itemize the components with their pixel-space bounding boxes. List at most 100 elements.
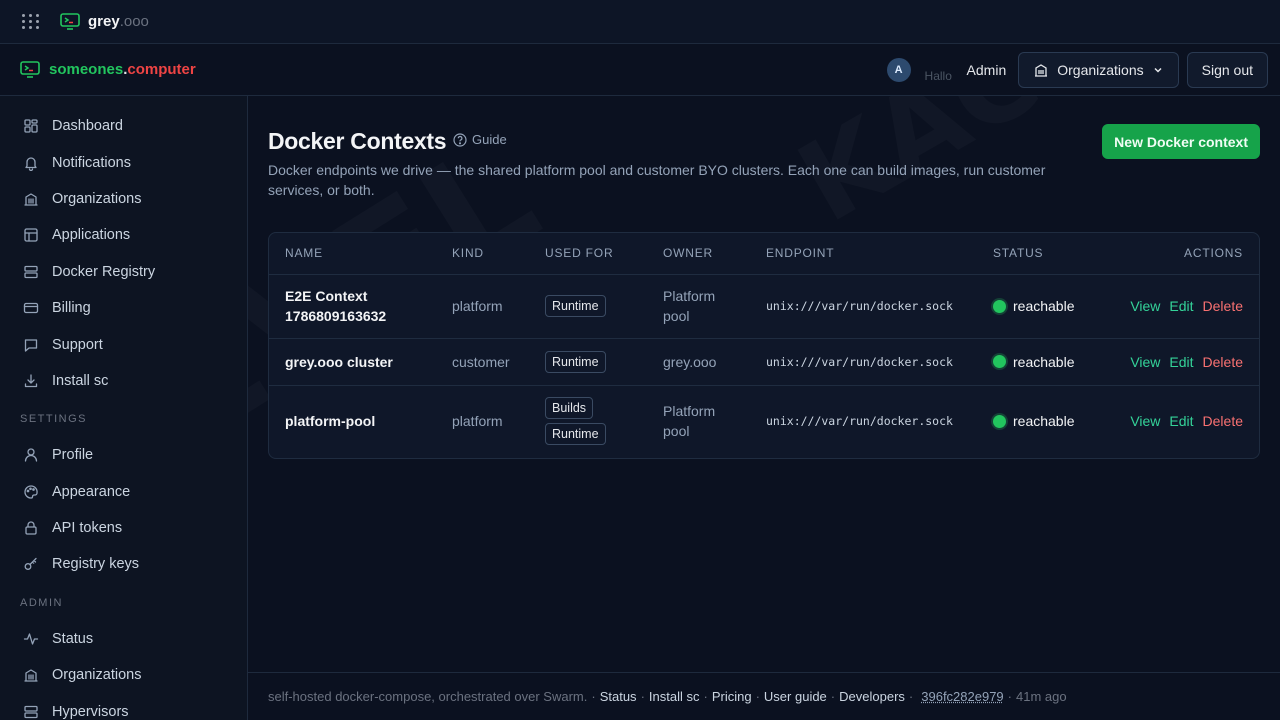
view-link[interactable]: View	[1130, 413, 1160, 429]
sidebar-item-docker-registry[interactable]: Docker Registry	[0, 254, 247, 290]
avatar[interactable]: A	[886, 58, 911, 82]
context-endpoint: unix:///var/run/docker.sock	[766, 274, 993, 339]
commit-hash-link[interactable]: 396fc282e979	[921, 689, 1003, 704]
footer-link-install[interactable]: Install sc	[649, 689, 700, 704]
sidebar-item-settings-appearance[interactable]: Appearance	[0, 474, 247, 510]
sidebar-item-dashboard[interactable]: Dashboard	[0, 108, 247, 144]
app-brand[interactable]: someones.computer	[20, 60, 196, 79]
organizations-dropdown[interactable]: Organizations	[1018, 52, 1179, 88]
context-owner: grey.ooo	[663, 338, 766, 386]
sidebar-settings-nav: Profile Appearance API tokens Registry keys	[0, 437, 247, 583]
status-text: reachable	[1013, 298, 1075, 314]
page-title: Docker Contexts	[268, 128, 447, 154]
footer-link-status[interactable]: Status	[600, 689, 637, 704]
dashboard-icon	[23, 118, 39, 134]
used-for-badge: Runtime	[545, 295, 606, 317]
delete-link[interactable]: Delete	[1203, 413, 1243, 429]
terminal-monitor-icon	[20, 60, 40, 78]
footer-separator: ·	[908, 689, 914, 704]
sidebar-item-label: Status	[52, 630, 94, 647]
sidebar-item-settings-profile[interactable]: Profile	[0, 437, 247, 473]
context-kind: customer	[452, 338, 545, 386]
footer-link-developers[interactable]: Developers	[839, 689, 905, 704]
sidebar-item-billing[interactable]: Billing	[0, 290, 247, 326]
sidebar-item-notifications[interactable]: Notifications	[0, 144, 247, 180]
sidebar-item-admin-status[interactable]: Status	[0, 621, 247, 657]
help-circle-icon	[453, 132, 467, 147]
context-endpoint: unix:///var/run/docker.sock	[766, 338, 993, 386]
footer-link-pricing[interactable]: Pricing	[712, 689, 752, 704]
new-docker-context-button[interactable]: New Docker context	[1102, 124, 1260, 159]
sidebar: Dashboard Notifications Organizations Appli…	[0, 96, 248, 720]
sidebar-item-support[interactable]: Support	[0, 326, 247, 362]
guide-link[interactable]: Guide	[453, 132, 507, 147]
sidebar-item-label: Hypervisors	[52, 703, 129, 720]
topbar-brand[interactable]: grey.ooo	[60, 12, 149, 31]
edit-link[interactable]: Edit	[1169, 298, 1193, 314]
edit-link[interactable]: Edit	[1169, 413, 1193, 429]
bell-icon	[23, 155, 39, 171]
sidebar-item-label: API tokens	[52, 520, 123, 537]
sidebar-item-organizations[interactable]: Organizations	[0, 181, 247, 217]
delete-link[interactable]: Delete	[1203, 298, 1243, 314]
col-endpoint: ENDPOINT	[766, 233, 993, 275]
table-header-row: NAME KIND USED FOR OWNER ENDPOINT STATUS…	[269, 233, 1259, 275]
col-name: NAME	[269, 233, 452, 275]
sidebar-main-nav: Dashboard Notifications Organizations Appli…	[0, 108, 247, 399]
status-dot-icon	[993, 355, 1006, 368]
sidebar-item-label: Registry keys	[52, 556, 140, 573]
palette-icon	[23, 484, 39, 500]
sidebar-item-settings-registry-keys[interactable]: Registry keys	[0, 546, 247, 582]
context-used-for: Builds Runtime	[545, 385, 663, 457]
used-for-badge: Builds	[545, 397, 594, 420]
context-kind: platform	[452, 274, 545, 339]
footer: self-hosted docker-compose, orchestrated…	[248, 672, 1280, 720]
status-dot-icon	[993, 414, 1006, 428]
app-brand-name: someones.computer	[49, 61, 196, 78]
sidebar-item-admin-organizations[interactable]: Organizations	[0, 657, 247, 693]
context-status: reachable	[993, 274, 1100, 339]
sidebar-item-applications[interactable]: Applications	[0, 217, 247, 253]
download-icon	[23, 373, 39, 389]
footer-separator: ·	[755, 689, 760, 704]
topbar-brand-name: grey.ooo	[88, 13, 149, 30]
server-icon	[23, 264, 39, 280]
sidebar-item-label: Organizations	[52, 190, 142, 207]
sidebar-item-label: Dashboard	[52, 118, 123, 135]
edit-link[interactable]: Edit	[1169, 354, 1193, 370]
context-endpoint: unix:///var/run/docker.sock	[766, 414, 953, 429]
context-actions: View Edit Delete	[1100, 385, 1259, 457]
docker-contexts-table: NAME KIND USED FOR OWNER ENDPOINT STATUS…	[268, 232, 1260, 459]
guide-label: Guide	[472, 132, 507, 147]
main-content: KACE Docker Contexts Guide Docker endpoi…	[248, 96, 1280, 672]
col-kind: KIND	[452, 233, 545, 275]
sidebar-item-label: Applications	[52, 227, 131, 244]
apps-grid-icon[interactable]	[21, 12, 41, 32]
view-link[interactable]: View	[1130, 354, 1160, 370]
layout-icon	[23, 227, 39, 243]
sidebar-item-label: Billing	[52, 300, 91, 317]
sidebar-item-settings-api-tokens[interactable]: API tokens	[0, 510, 247, 546]
chevron-down-icon	[1154, 67, 1162, 73]
sidebar-item-label: Appearance	[52, 483, 131, 500]
view-link[interactable]: View	[1130, 298, 1160, 314]
sidebar-item-install-sc[interactable]: Install sc	[0, 363, 247, 399]
credit-card-icon	[23, 300, 39, 316]
delete-link[interactable]: Delete	[1203, 354, 1243, 370]
app-header: someones.computer A Hallo Admin Organiza…	[0, 44, 1280, 96]
col-used-for: USED FOR	[545, 233, 663, 275]
status-badge: reachable	[993, 411, 1100, 431]
context-actions: View Edit Delete	[1100, 338, 1259, 386]
building-icon	[1035, 64, 1048, 77]
status-text: reachable	[1013, 413, 1075, 430]
footer-link-user-guide[interactable]: User guide	[764, 689, 827, 704]
col-owner: OWNER	[663, 233, 766, 275]
sidebar-item-admin-hypervisors[interactable]: Hypervisors	[0, 693, 247, 720]
sign-out-button[interactable]: Sign out	[1186, 52, 1268, 88]
footer-separator: ·	[703, 689, 708, 704]
used-for-badge: Runtime	[545, 350, 606, 373]
user-icon	[23, 447, 39, 463]
table-row: E2E Context 1786809163632 platform Runtime…	[269, 274, 1259, 339]
status-dot-icon	[993, 299, 1006, 313]
footer-separator: ·	[830, 689, 836, 704]
